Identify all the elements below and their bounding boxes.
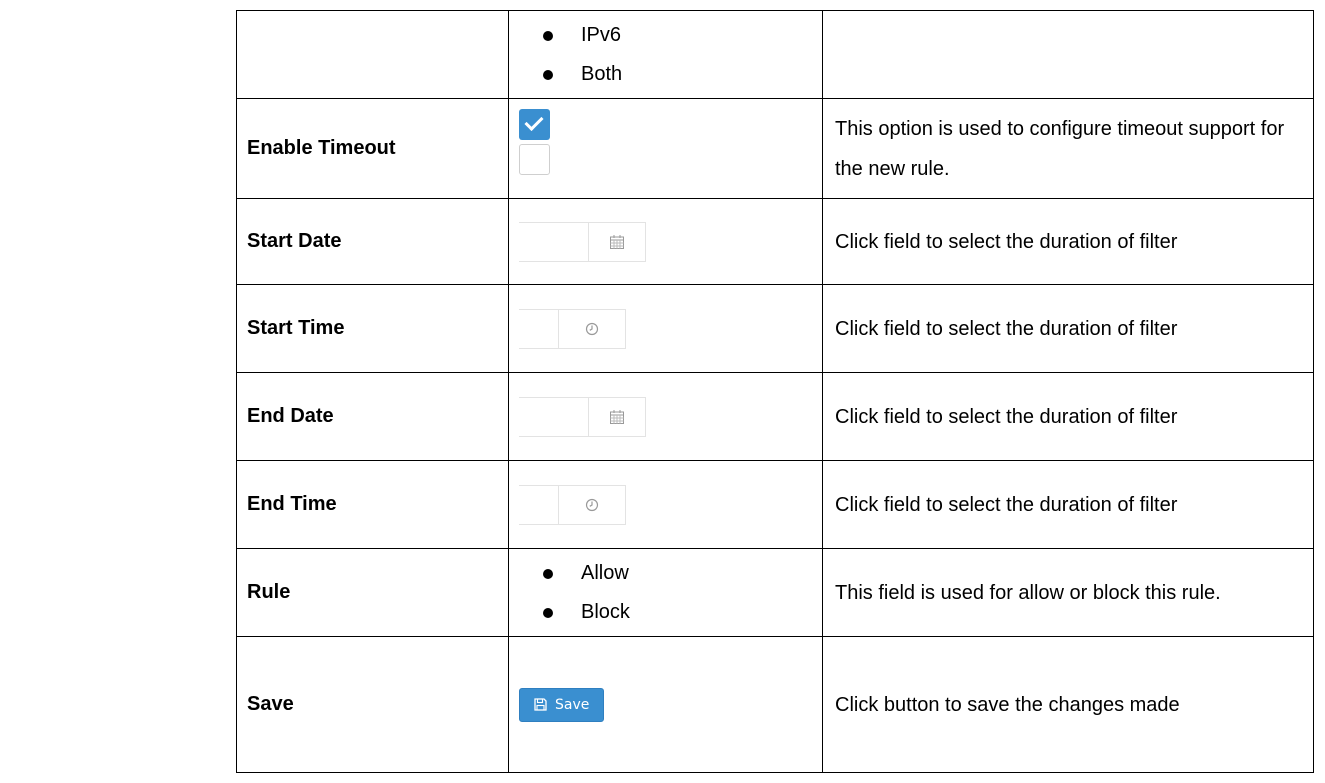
timeout-checkbox-checked[interactable] — [519, 109, 550, 140]
description: This option is used to configure timeout… — [822, 98, 1314, 199]
bullet-option: Block — [519, 593, 822, 632]
ip-version-options: IPv6 Both — [508, 10, 823, 99]
start-date-input[interactable] — [519, 222, 589, 261]
table-row-end-time: End Time Click field to select the durat… — [236, 460, 1314, 549]
rule-options: Allow Block — [508, 548, 823, 637]
timeout-checkbox-unchecked[interactable] — [519, 144, 550, 175]
bullet-option: Both — [519, 55, 822, 94]
table-row-enable-timeout: Enable Timeout This option is used to co… — [236, 98, 1314, 199]
save-control: Save — [508, 636, 823, 773]
end-time-input[interactable] — [519, 485, 559, 524]
clock-icon[interactable] — [559, 309, 625, 348]
description: Click field to select the duration of fi… — [822, 284, 1314, 373]
description: This field is used for allow or block th… — [822, 548, 1314, 637]
start-time-picker[interactable] — [519, 308, 626, 349]
floppy-disk-icon — [534, 698, 547, 711]
description: Click field to select the duration of fi… — [822, 460, 1314, 549]
parameter-name: Save — [236, 636, 509, 773]
parameter-name: End Date — [236, 372, 509, 461]
table-row-save: Save Save Click button to save the chang… — [236, 636, 1314, 773]
end-date-control — [508, 372, 823, 461]
description: Click button to save the changes made — [822, 636, 1314, 773]
parameter-name: End Time — [236, 460, 509, 549]
start-date-picker[interactable] — [519, 221, 646, 262]
save-button[interactable]: Save — [519, 687, 605, 722]
parameter-name: Enable Timeout — [236, 98, 509, 199]
table-row-end-date: End Date Click field to select the durat… — [236, 372, 1314, 461]
start-time-control — [508, 284, 823, 373]
parameter-name: Rule — [236, 548, 509, 637]
calendar-icon[interactable] — [589, 222, 645, 261]
table-row-rule: Rule Allow Block This field is used for … — [236, 548, 1314, 637]
parameter-name-cell — [236, 10, 509, 99]
start-date-control — [508, 198, 823, 285]
end-time-picker[interactable] — [519, 484, 626, 525]
end-time-control — [508, 460, 823, 549]
end-date-picker[interactable] — [519, 396, 646, 437]
timeout-checkboxes — [508, 98, 823, 199]
bullet-option: IPv6 — [519, 16, 822, 55]
description: Click field to select the duration of fi… — [822, 198, 1314, 285]
bullet-icon — [543, 607, 553, 618]
table-row-start-time: Start Time Click field to select the dur… — [236, 284, 1314, 373]
parameter-name: Start Time — [236, 284, 509, 373]
table-row-start-date: Start Date Click field to select the dur… — [236, 198, 1314, 285]
description: Click field to select the duration of fi… — [822, 372, 1314, 461]
end-date-input[interactable] — [519, 397, 589, 436]
save-button-label: Save — [555, 696, 590, 713]
description-cell — [822, 10, 1314, 99]
bullet-icon — [543, 568, 553, 579]
bullet-option: Allow — [519, 554, 822, 593]
table-row-ip-version: IPv6 Both — [236, 10, 1314, 99]
bullet-icon — [543, 30, 553, 41]
start-time-input[interactable] — [519, 309, 559, 348]
clock-icon[interactable] — [559, 485, 625, 524]
parameter-name: Start Date — [236, 198, 509, 285]
bullet-icon — [543, 69, 553, 80]
parameter-table: IPv6 Both Enable Timeout This option is … — [236, 10, 1314, 773]
calendar-icon[interactable] — [589, 397, 645, 436]
